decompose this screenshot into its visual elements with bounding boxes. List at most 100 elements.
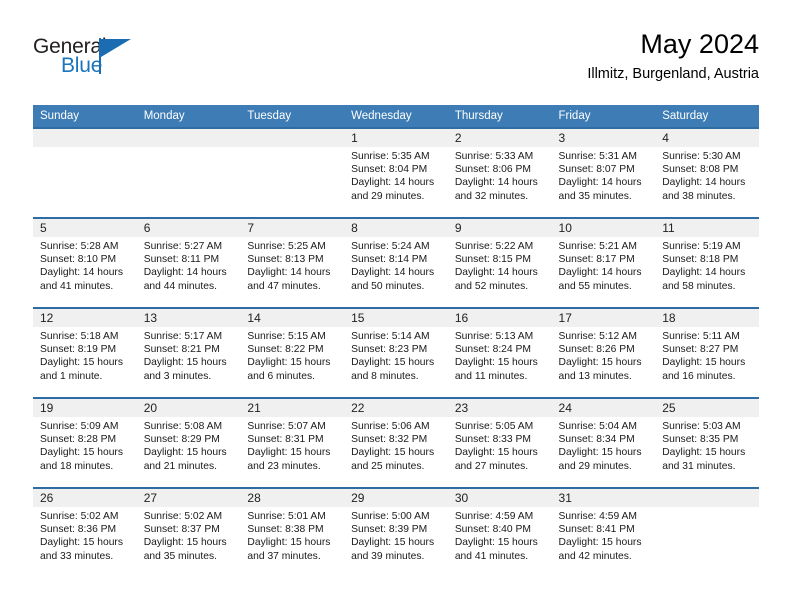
daylight-line: and 33 minutes.: [40, 550, 114, 562]
page-header: General Blue May 2024 Illmitz, Burgenlan…: [33, 28, 759, 94]
daylight-line: and 29 minutes.: [558, 460, 632, 472]
calendar-day-cell[interactable]: 4 Sunrise: 5:30 AM Sunset: 8:08 PM Daylight…: [655, 127, 759, 218]
day-number: 1: [351, 131, 358, 145]
sunrise-line: Sunrise: 5:18 AM: [40, 331, 119, 342]
day-detail-text: Sunrise: 5:19 AM Sunset: 8:18 PM Daylight:…: [655, 237, 759, 293]
daylight-line: and 31 minutes.: [662, 460, 736, 472]
sunrise-line: Sunrise: 5:02 AM: [143, 511, 223, 522]
calendar-day-cell[interactable]: 19 Sunrise: 5:09 AM Sunset: 8:28 PM Dayligh…: [33, 397, 137, 488]
daylight-line: Daylight: 15 hours: [40, 447, 123, 459]
calendar-day-cell[interactable]: 6 Sunrise: 5:27 AM Sunset: 8:11 PM Daylight…: [136, 217, 241, 308]
calendar-day-cell[interactable]: 28 Sunrise: 5:01 AM Sunset: 8:38 PM Dayligh…: [240, 487, 345, 577]
day-detail-text: Sunrise: 5:01 AM Sunset: 8:38 PM Daylight:…: [240, 507, 344, 563]
calendar-day-cell[interactable]: 2 Sunrise: 5:33 AM Sunset: 8:06 PM Daylight…: [447, 127, 552, 218]
daylight-line: and 58 minutes.: [662, 280, 736, 292]
calendar-day-cell[interactable]: 23 Sunrise: 5:05 AM Sunset: 8:33 PM Dayligh…: [447, 397, 552, 488]
calendar-day-cell[interactable]: 13 Sunrise: 5:17 AM Sunset: 8:21 PM Dayligh…: [136, 307, 241, 398]
daylight-line: and 37 minutes.: [247, 550, 321, 562]
calendar-cell-empty: [33, 127, 137, 218]
day-number: 2: [454, 131, 462, 145]
daylight-line: Daylight: 15 hours: [558, 357, 642, 369]
day-number-bar: 8: [344, 219, 448, 237]
calendar-day-cell[interactable]: 22 Sunrise: 5:06 AM Sunset: 8:32 PM Dayligh…: [344, 397, 448, 488]
day-detail-text: Sunrise: 5:31 AM Sunset: 8:07 PM Daylight:…: [552, 147, 656, 203]
calendar-day-cell[interactable]: 31 Sunrise: 4:59 AM Sunset: 8:41 PM Dayligh…: [551, 487, 656, 577]
calendar-day-cell[interactable]: 11 Sunrise: 5:19 AM Sunset: 8:18 PM Dayligh…: [655, 217, 759, 308]
calendar-day-cell[interactable]: 5 Sunrise: 5:28 AM Sunset: 8:10 PM Daylight…: [33, 217, 137, 308]
day-number: 10: [558, 221, 572, 235]
day-number: 13: [143, 311, 158, 325]
day-number-bar: 12: [33, 309, 137, 327]
day-detail-text: Sunrise: 5:27 AM Sunset: 8:11 PM Daylight:…: [137, 237, 241, 293]
general-blue-logo[interactable]: General Blue: [33, 36, 153, 82]
sunrise-line: Sunrise: 5:08 AM: [143, 421, 223, 432]
calendar-day-cell[interactable]: 27 Sunrise: 5:02 AM Sunset: 8:37 PM Dayligh…: [136, 487, 241, 577]
daylight-line: and 50 minutes.: [351, 280, 425, 292]
calendar-day-cell[interactable]: 1 Sunrise: 5:35 AM Sunset: 8:04 PM Daylight…: [344, 127, 448, 218]
sunset-line: Sunset: 8:04 PM: [351, 164, 428, 176]
daylight-line: and 32 minutes.: [454, 190, 529, 202]
day-detail-text: Sunrise: 5:13 AM Sunset: 8:24 PM Daylight:…: [448, 327, 552, 383]
daylight-line: Daylight: 14 hours: [558, 267, 642, 279]
sunset-line: Sunset: 8:29 PM: [143, 434, 220, 446]
sunrise-line: Sunrise: 5:21 AM: [558, 241, 637, 252]
calendar-day-cell[interactable]: 30 Sunrise: 4:59 AM Sunset: 8:40 PM Dayligh…: [447, 487, 552, 577]
daylight-line: and 11 minutes.: [454, 370, 528, 382]
calendar-day-cell[interactable]: 18 Sunrise: 5:11 AM Sunset: 8:27 PM Dayligh…: [655, 307, 759, 398]
sunset-line: Sunset: 8:39 PM: [351, 524, 428, 536]
daylight-line: Daylight: 15 hours: [558, 537, 642, 549]
day-number-bar: [136, 129, 241, 147]
day-number-bar: [33, 129, 137, 147]
day-detail-text: Sunrise: 5:14 AM Sunset: 8:23 PM Daylight:…: [344, 327, 448, 383]
calendar-day-cell[interactable]: 20 Sunrise: 5:08 AM Sunset: 8:29 PM Dayligh…: [136, 397, 241, 488]
calendar-day-cell[interactable]: 7 Sunrise: 5:25 AM Sunset: 8:13 PM Daylight…: [240, 217, 345, 308]
sunrise-line: Sunrise: 5:01 AM: [247, 511, 326, 522]
day-number-bar: 2: [447, 129, 552, 147]
daylight-line: Daylight: 14 hours: [558, 177, 642, 189]
calendar-week-row: 5 Sunrise: 5:28 AM Sunset: 8:10 PM Daylight…: [33, 217, 759, 308]
daylight-line: Daylight: 15 hours: [454, 537, 538, 549]
calendar-day-cell[interactable]: 9 Sunrise: 5:22 AM Sunset: 8:15 PM Daylight…: [447, 217, 552, 308]
day-number-bar: 26: [33, 489, 137, 507]
sunset-line: Sunset: 8:08 PM: [662, 164, 739, 176]
day-number-bar: 5: [33, 219, 137, 237]
day-number: 3: [558, 131, 566, 145]
calendar-cell-empty: [655, 487, 759, 577]
day-detail-text: Sunrise: 5:33 AM Sunset: 8:06 PM Daylight:…: [448, 147, 552, 203]
day-detail-text: Sunrise: 5:24 AM Sunset: 8:14 PM Daylight:…: [344, 237, 448, 293]
daylight-line: and 35 minutes.: [558, 190, 632, 202]
calendar-table: Sunday Monday Tuesday Wednesday Thursday Frid…: [33, 105, 759, 577]
day-number-bar: 11: [655, 219, 759, 237]
calendar-day-cell[interactable]: 17 Sunrise: 5:12 AM Sunset: 8:26 PM Dayligh…: [551, 307, 656, 398]
calendar-day-cell[interactable]: 12 Sunrise: 5:18 AM Sunset: 8:19 PM Dayligh…: [33, 307, 137, 398]
calendar-day-cell[interactable]: 25 Sunrise: 5:03 AM Sunset: 8:35 PM Dayligh…: [655, 397, 759, 488]
day-number-bar: 18: [655, 309, 759, 327]
day-number: 15: [351, 311, 365, 325]
day-number-bar: 3: [551, 129, 656, 147]
day-number-bar: 4: [655, 129, 759, 147]
daylight-line: Daylight: 14 hours: [662, 177, 746, 189]
calendar-day-cell[interactable]: 3 Sunrise: 5:31 AM Sunset: 8:07 PM Daylight…: [551, 127, 656, 218]
calendar-day-cell[interactable]: 21 Sunrise: 5:07 AM Sunset: 8:31 PM Dayligh…: [240, 397, 345, 488]
daylight-line: and 16 minutes.: [662, 370, 736, 382]
calendar-day-cell[interactable]: 8 Sunrise: 5:24 AM Sunset: 8:14 PM Daylight…: [344, 217, 448, 308]
calendar-day-cell[interactable]: 15 Sunrise: 5:14 AM Sunset: 8:23 PM Dayligh…: [344, 307, 448, 398]
calendar-day-cell[interactable]: 26 Sunrise: 5:02 AM Sunset: 8:36 PM Dayligh…: [33, 487, 137, 577]
sunset-line: Sunset: 8:36 PM: [40, 524, 117, 536]
daylight-line: and 38 minutes.: [662, 190, 736, 202]
calendar-day-cell[interactable]: 29 Sunrise: 5:00 AM Sunset: 8:39 PM Dayligh…: [344, 487, 448, 577]
column-header-thursday: Thursday: [447, 105, 552, 128]
day-detail-text: Sunrise: 5:06 AM Sunset: 8:32 PM Daylight:…: [344, 417, 448, 473]
sunrise-line: Sunrise: 5:03 AM: [662, 421, 741, 432]
calendar-day-cell[interactable]: 16 Sunrise: 5:13 AM Sunset: 8:24 PM Dayligh…: [447, 307, 552, 398]
day-number-bar: 23: [447, 399, 552, 417]
daylight-line: Daylight: 15 hours: [662, 357, 746, 369]
page-title: May 2024: [640, 29, 759, 59]
calendar-page: General Blue May 2024 Illmitz, Burgenlan…: [0, 0, 792, 612]
calendar-day-cell[interactable]: 24 Sunrise: 5:04 AM Sunset: 8:34 PM Dayligh…: [551, 397, 656, 488]
calendar-cell-empty: [136, 127, 241, 218]
day-number: 12: [40, 311, 54, 325]
calendar-day-cell[interactable]: 14 Sunrise: 5:15 AM Sunset: 8:22 PM Dayligh…: [240, 307, 345, 398]
calendar-day-cell[interactable]: 10 Sunrise: 5:21 AM Sunset: 8:17 PM Dayligh…: [551, 217, 656, 308]
daylight-line: and 23 minutes.: [247, 460, 321, 472]
